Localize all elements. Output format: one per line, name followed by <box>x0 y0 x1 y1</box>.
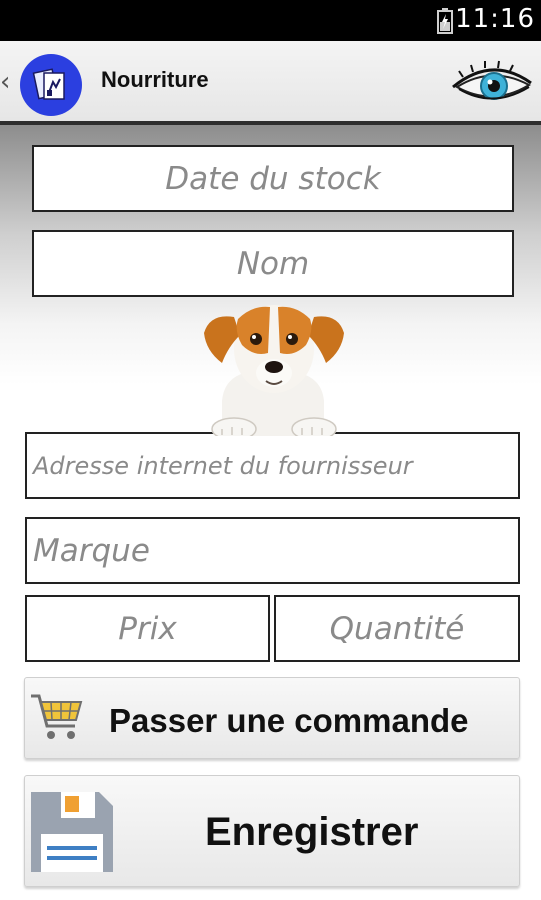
floppy-disk-icon <box>31 792 113 872</box>
dog-illustration <box>204 305 344 436</box>
place-order-label: Passer une commande <box>109 702 469 739</box>
battery-icon <box>437 8 453 34</box>
place-order-button[interactable]: Passer une commande <box>24 677 520 759</box>
brand-field[interactable]: Marque <box>25 517 520 584</box>
app-logo-icon[interactable] <box>20 54 82 116</box>
name-placeholder: Nom <box>236 245 310 282</box>
price-field[interactable]: Prix <box>25 595 270 662</box>
supplier-url-field[interactable]: Adresse internet du fournisseur <box>25 432 520 499</box>
name-field[interactable]: Nom <box>32 230 514 297</box>
price-placeholder: Prix <box>118 610 177 647</box>
stock-date-field[interactable]: Date du stock <box>32 145 514 212</box>
form-area: Date du stock Nom Adresse internet du fo… <box>0 125 541 900</box>
save-button[interactable]: Enregistrer <box>24 775 520 887</box>
shopping-cart-icon <box>31 694 83 739</box>
supplier-url-placeholder: Adresse internet du fournisseur <box>33 451 413 480</box>
page-title: Nourriture <box>101 67 209 92</box>
status-bar: 11:16 <box>0 0 541 41</box>
eye-icon[interactable] <box>449 57 535 109</box>
quantity-placeholder: Quantité <box>329 610 465 647</box>
back-chevron-icon[interactable]: ‹ <box>0 69 10 95</box>
save-label: Enregistrer <box>205 810 419 854</box>
action-bar: ‹ Nourriture <box>0 41 541 125</box>
stock-date-placeholder: Date du stock <box>165 160 381 197</box>
quantity-field[interactable]: Quantité <box>274 595 520 662</box>
brand-placeholder: Marque <box>33 532 150 569</box>
status-clock: 11:16 <box>455 4 535 34</box>
